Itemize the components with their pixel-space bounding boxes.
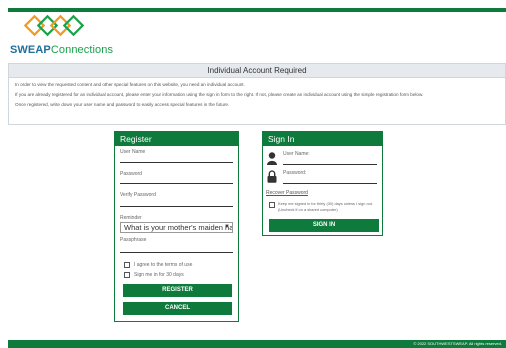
keep-signed-in-label: Keep me signed in for thirty (30) days u… xyxy=(278,201,373,212)
panel-text-line: In order to view the requested content a… xyxy=(15,82,245,87)
panel-body: In order to view the requested content a… xyxy=(9,78,505,124)
logo-text-connections: Connections xyxy=(50,44,114,56)
reminder-select[interactable]: What is your mother's maiden name? ▼ xyxy=(120,222,233,233)
keep-signed-in-checkbox[interactable] xyxy=(269,202,275,208)
register-username-input[interactable] xyxy=(120,162,233,163)
passphrase-input[interactable] xyxy=(120,252,233,253)
logo-text-sweap: SWEAP xyxy=(10,44,51,56)
panel-text-line: Once registered, write down your user na… xyxy=(15,102,230,107)
passphrase-label: Passphrase xyxy=(120,237,147,243)
panel-title: Individual Account Required xyxy=(9,64,505,78)
footer-copyright: © 2022 SOUTHWESTSWEAP. All rights reserv… xyxy=(413,341,502,346)
register-card: Register User Name Password Verify Passw… xyxy=(114,131,239,322)
agree-terms-checkbox[interactable] xyxy=(124,262,130,268)
sign-in-30-days-checkbox[interactable] xyxy=(124,272,130,278)
reminder-label: Reminder xyxy=(120,215,142,221)
register-title: Register xyxy=(115,132,238,146)
agree-terms-label: I agree to the terms of use xyxy=(134,262,193,268)
top-accent-bar xyxy=(8,8,506,12)
signin-username-input[interactable] xyxy=(283,164,377,165)
account-required-panel: Individual Account Required In order to … xyxy=(8,63,506,125)
signin-card: Sign In User Name: Password: Recover Pas… xyxy=(262,131,383,236)
signin-title: Sign In xyxy=(263,132,382,146)
lock-icon xyxy=(267,170,277,183)
signin-username-label: User Name: xyxy=(283,151,310,157)
cancel-button[interactable]: CANCEL xyxy=(123,302,232,315)
user-icon xyxy=(267,152,277,165)
footer-bar: © 2022 SOUTHWESTSWEAP. All rights reserv… xyxy=(8,340,506,348)
site-logo[interactable]: SWEAPConnections xyxy=(10,14,113,58)
sign-in-button[interactable]: SIGN IN xyxy=(269,219,379,232)
panel-text-line: If you are already registered for an ind… xyxy=(15,92,424,97)
register-button[interactable]: REGISTER xyxy=(123,284,232,297)
recover-password-link[interactable]: Recover Password xyxy=(266,190,308,196)
register-password-input[interactable] xyxy=(120,183,233,184)
register-username-label: User Name xyxy=(120,149,146,155)
reminder-select-value: What is your mother's maiden name? xyxy=(124,223,233,232)
signin-password-label: Password: xyxy=(283,170,307,176)
sign-in-30-days-label: Sign me in for 30 days xyxy=(134,272,184,278)
logo-wordmark: SWEAPConnections xyxy=(10,44,113,56)
verify-password-label: Verify Password xyxy=(120,192,156,198)
signin-password-input[interactable] xyxy=(283,183,377,184)
verify-password-input[interactable] xyxy=(120,206,233,207)
register-password-label: Password xyxy=(120,171,142,177)
logo-diamonds-icon xyxy=(23,14,85,37)
chevron-down-icon: ▼ xyxy=(224,224,230,230)
